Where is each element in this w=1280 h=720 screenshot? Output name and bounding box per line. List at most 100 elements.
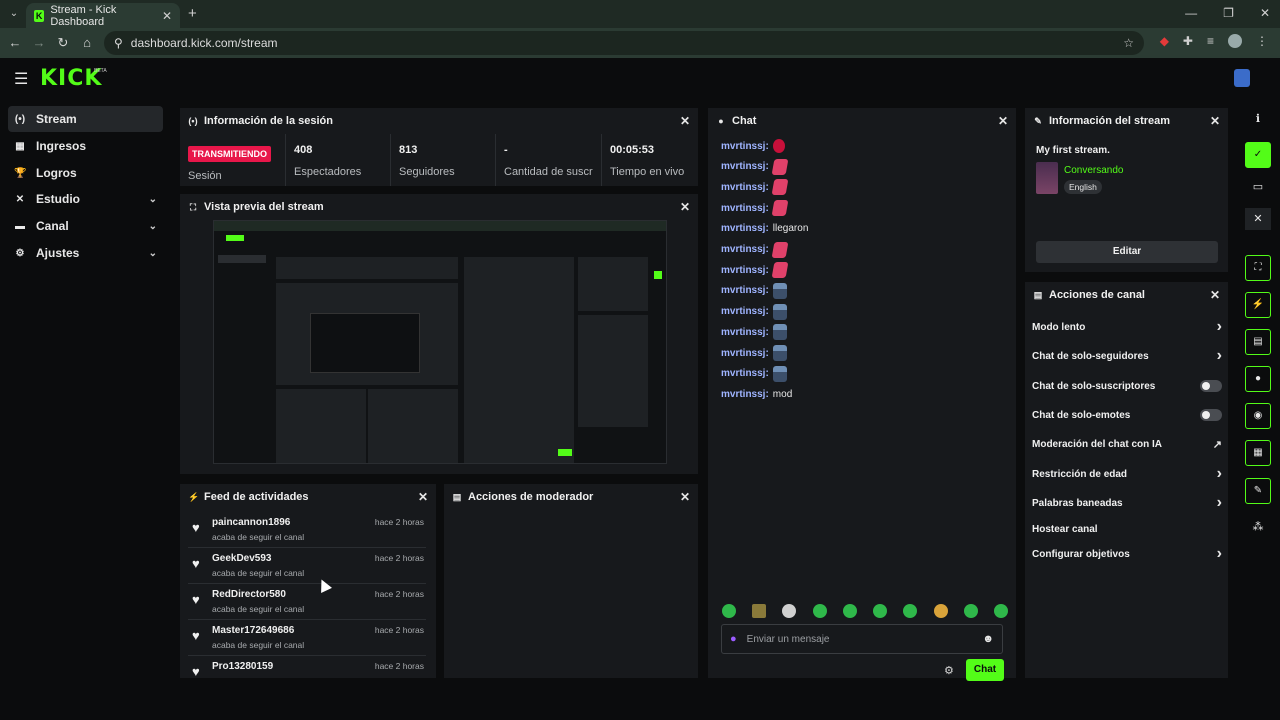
chat-username[interactable]: mvrtinssj: [721,161,769,172]
close-icon[interactable]: ✕ [998,114,1008,128]
channel-action-item[interactable]: Restricción de edad › [1032,464,1222,484]
chat-send-button[interactable]: Chat [966,659,1004,681]
lightning-icon[interactable]: ⚡ [1245,292,1271,318]
tab-list-icon[interactable]: ⌄ [6,6,22,22]
channel-action-item[interactable]: Modo lento › [1032,317,1222,337]
new-tab-icon[interactable]: + [188,5,197,22]
chat-username[interactable]: mvrtinssj: [721,285,769,296]
site-info-icon[interactable]: ⚲ [114,36,123,50]
close-icon[interactable]: ✕ [1210,288,1220,302]
emoji-icon[interactable]: ☻ [982,633,994,645]
maximize-icon[interactable]: ❐ [1223,6,1234,20]
extension-icon[interactable]: ✚ [1183,34,1193,48]
chat-username[interactable]: mvrtinssj: [721,306,769,317]
channel-action-item[interactable]: Chat de solo-seguidores › [1032,346,1222,366]
browser-tab[interactable]: K Stream - Kick Dashboard ✕ [26,3,180,28]
chat-bubble-icon[interactable]: ● [1245,366,1271,392]
hamburger-menu-icon[interactable]: ☰ [14,69,28,89]
layout-icon[interactable]: ▭ [1245,176,1271,198]
close-icon[interactable]: ✕ [1245,208,1271,230]
chat-username[interactable]: mvrtinssj: [721,223,769,234]
emote-icon[interactable] [842,604,857,618]
emote-icon[interactable] [873,604,888,618]
toggle-switch[interactable] [1200,380,1222,392]
emote-icon[interactable] [903,604,918,618]
chat-username[interactable]: mvrtinssj: [721,182,769,193]
close-icon[interactable]: ✕ [1210,114,1220,128]
chat-username[interactable]: mvrtinssj: [721,244,769,255]
preview-icon[interactable]: ⛶ [1245,255,1271,281]
chat-username[interactable]: mvrtinssj: [721,203,769,214]
channel-action-item[interactable]: Hostear canal [1032,519,1222,539]
browser-menu-icon[interactable]: ⋮ [1256,34,1268,48]
url-input[interactable]: ⚲ dashboard.kick.com/stream ☆ [104,31,1144,55]
window-controls: — ❐ ✕ [1185,6,1270,20]
extension-red-icon[interactable]: ◆ [1160,34,1169,48]
close-icon[interactable]: ✕ [680,114,690,128]
sidebar-item-logros[interactable]: 🏆 Logros [8,160,163,186]
activity-feed-panel: ⚡ Feed de actividades ✕ ♥ paincannon1896… [180,484,436,678]
window-close-icon[interactable]: ✕ [1260,6,1270,20]
sidebar-item-ajustes[interactable]: ⚙ Ajustes ⌄ [8,240,163,266]
wrench-icon[interactable]: ✎ [1245,478,1271,504]
minimize-icon[interactable]: — [1185,6,1197,20]
emote-icon[interactable] [963,604,978,618]
info-icon[interactable]: ℹ [1245,108,1271,130]
tab-close-icon[interactable]: ✕ [162,9,172,23]
channel-action-item[interactable]: Chat de solo-emotes [1032,405,1222,425]
chat-username[interactable]: mvrtinssj: [721,141,769,152]
more-icon[interactable]: ⁂ [1245,516,1271,538]
broadcast-icon[interactable]: ◉ [1245,403,1271,429]
stat-live-time: 00:05:53 Tiempo en vivo [601,134,698,186]
emote-icon[interactable] [782,604,797,618]
sidebar-item-stream[interactable]: (•) Stream [8,106,163,132]
chat-username[interactable]: mvrtinssj: [721,389,769,400]
edit-button[interactable]: Editar [1036,241,1218,263]
stream-category[interactable]: Conversando [1064,165,1123,176]
chat-username[interactable]: mvrtinssj: [721,265,769,276]
emote-icon[interactable] [993,604,1008,618]
close-icon[interactable]: ✕ [418,490,428,504]
emote-icon[interactable] [812,604,827,618]
emote-icon[interactable] [722,604,736,618]
sidebar-item-ingresos[interactable]: ▦ Ingresos [8,133,163,159]
microphone-icon[interactable]: ● [730,633,737,645]
profile-icon[interactable] [1228,34,1242,48]
reload-icon[interactable]: ↻ [54,34,72,52]
list-icon[interactable]: ▦ [1245,440,1271,466]
close-icon[interactable]: ✕ [680,490,690,504]
toggle-switch[interactable] [1200,409,1222,421]
emote-icon[interactable] [752,604,767,618]
star-icon[interactable]: ☆ [1123,36,1134,50]
forward-icon[interactable]: → [30,34,48,52]
feed-username[interactable]: Pro13280159 [212,661,273,672]
chat-username[interactable]: mvrtinssj: [721,327,769,338]
chat-username[interactable]: mvrtinssj: [721,348,769,359]
close-icon[interactable]: ✕ [680,200,690,214]
feed-username[interactable]: Master172649686 [212,625,294,636]
feed-username[interactable]: RedDirector580 [212,589,286,600]
chat-settings-gear-icon[interactable]: ⚙ [944,664,954,677]
sidebar-item-canal[interactable]: ▬ Canal ⌄ [8,213,163,239]
channel-action-item[interactable]: Chat de solo-suscriptores [1032,376,1222,396]
back-icon[interactable]: ← [6,34,24,52]
reading-list-icon[interactable]: ≡ [1207,34,1214,48]
sidebar-item-estudio[interactable]: ✕ Estudio ⌄ [8,186,163,212]
sidebar-item-label: Logros [36,166,77,180]
stream-preview-video[interactable] [213,220,667,464]
emote-icon[interactable] [933,604,948,618]
channel-action-item[interactable]: Palabras baneadas › [1032,493,1222,513]
chat-username[interactable]: mvrtinssj: [721,368,769,379]
channel-action-item[interactable]: Moderación del chat con IA ↗ [1032,434,1222,454]
user-avatar[interactable] [1234,69,1250,87]
preview-chat-panel [464,257,574,463]
check-icon[interactable]: ✓ [1245,142,1271,168]
feed-username[interactable]: GeekDev593 [212,553,272,564]
chat-message-input[interactable]: ● Enviar un mensaje ☻ [721,624,1003,654]
feed-item: ♥ Master172649686 acaba de seguir el can… [188,620,426,656]
home-icon[interactable]: ⌂ [78,34,96,52]
kick-header: ☰ KICK BETA [0,58,1280,98]
channel-action-item[interactable]: Configurar objetivos › [1032,544,1222,564]
document-icon[interactable]: ▤ [1245,329,1271,355]
feed-username[interactable]: paincannon1896 [212,517,290,528]
